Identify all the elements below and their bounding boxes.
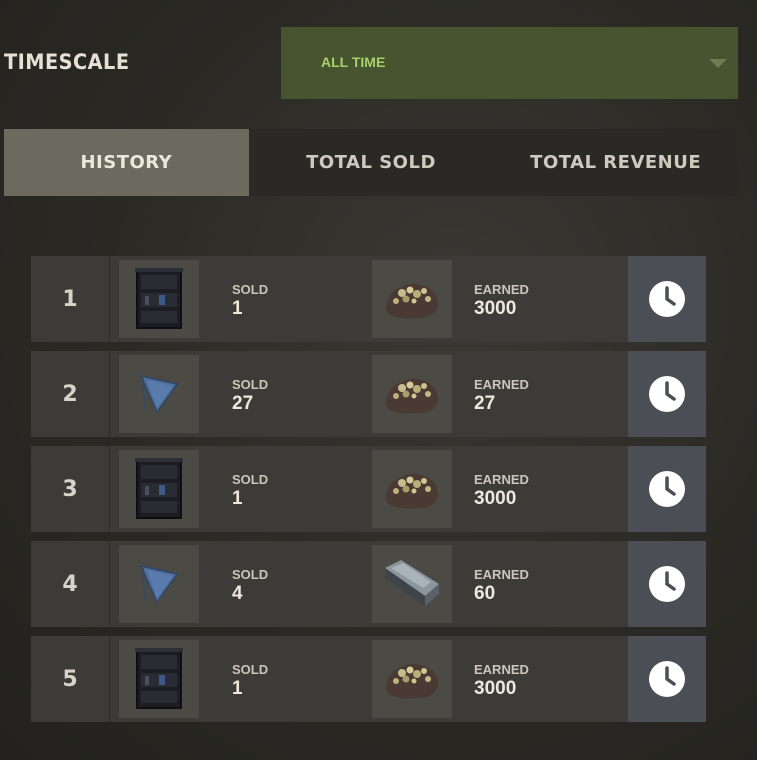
sold-stat: SOLD 1: [232, 472, 268, 510]
earned-item-slot: [372, 260, 452, 338]
clock-icon: [649, 566, 685, 602]
history-clock-button[interactable]: [628, 446, 706, 532]
sold-item-slot: [119, 640, 199, 718]
metal-ore-icon: [385, 473, 438, 509]
earned-label: EARNED: [474, 377, 529, 392]
clock-icon: [649, 471, 685, 507]
earned-label: EARNED: [474, 567, 529, 582]
timescale-dropdown[interactable]: ALL TIME: [281, 27, 738, 99]
earned-label: EARNED: [474, 472, 529, 487]
sold-value: 1: [232, 678, 243, 699]
list-item: 1 SOLD 1 EARNED 3000: [31, 256, 706, 342]
metal-ore-icon: [385, 378, 438, 414]
bookshelf-icon: [135, 648, 183, 709]
sold-value: 1: [232, 488, 243, 509]
sold-stat: SOLD 1: [232, 662, 268, 700]
earned-item-slot: [372, 450, 452, 528]
sold-value: 1: [232, 298, 243, 319]
flag-icon: [139, 564, 179, 604]
metal-ingot-icon: [385, 560, 439, 606]
rank-number: 4: [31, 541, 110, 627]
sold-value: 4: [232, 583, 243, 604]
earned-item-slot: [372, 640, 452, 718]
timescale-label: TIMESCALE: [4, 50, 130, 74]
sold-label: SOLD: [232, 472, 269, 487]
earned-stat: EARNED 3000: [474, 282, 529, 320]
sold-item-slot: [119, 260, 199, 338]
earned-value: 3000: [474, 678, 517, 699]
list-item: 5 SOLD 1 EARNED 3000: [31, 636, 706, 722]
sold-label: SOLD: [232, 662, 269, 677]
rank-number: 3: [31, 446, 110, 532]
sold-label: SOLD: [232, 567, 269, 582]
history-list: 1 SOLD 1 EARNED 3000 2 SOLD 27 EARNED 27…: [31, 256, 706, 731]
tab-bar: HISTORY TOTAL SOLD TOTAL REVENUE: [4, 129, 738, 196]
rank-number: 2: [31, 351, 110, 437]
history-clock-button[interactable]: [628, 541, 706, 627]
tab-total-sold[interactable]: TOTAL SOLD: [249, 129, 494, 196]
earned-item-slot: [372, 545, 452, 623]
flag-icon: [139, 374, 179, 414]
timescale-dropdown-value: ALL TIME: [321, 54, 386, 70]
earned-item-slot: [372, 355, 452, 433]
list-item: 4 SOLD 4 EARNED 60: [31, 541, 706, 627]
metal-ore-icon: [385, 283, 438, 319]
sold-label: SOLD: [232, 377, 269, 392]
sold-stat: SOLD 27: [232, 377, 268, 415]
sold-item-slot: [119, 355, 199, 433]
bookshelf-icon: [135, 458, 183, 519]
metal-ore-icon: [385, 663, 438, 699]
history-clock-button[interactable]: [628, 636, 706, 722]
earned-value: 27: [474, 393, 496, 414]
earned-value: 3000: [474, 488, 517, 509]
sold-item-slot: [119, 545, 199, 623]
earned-value: 3000: [474, 298, 517, 319]
bookshelf-icon: [135, 268, 183, 329]
earned-stat: EARNED 3000: [474, 662, 529, 700]
clock-icon: [649, 376, 685, 412]
earned-stat: EARNED 27: [474, 377, 529, 415]
tab-total-revenue[interactable]: TOTAL REVENUE: [493, 129, 738, 196]
sold-stat: SOLD 1: [232, 282, 268, 320]
earned-value: 60: [474, 583, 496, 604]
earned-stat: EARNED 60: [474, 567, 529, 605]
clock-icon: [649, 661, 685, 697]
sold-item-slot: [119, 450, 199, 528]
earned-label: EARNED: [474, 282, 529, 297]
sold-label: SOLD: [232, 282, 269, 297]
chevron-down-icon: [709, 59, 727, 68]
earned-stat: EARNED 3000: [474, 472, 529, 510]
history-clock-button[interactable]: [628, 351, 706, 437]
list-item: 2 SOLD 27 EARNED 27: [31, 351, 706, 437]
earned-label: EARNED: [474, 662, 529, 677]
sold-stat: SOLD 4: [232, 567, 268, 605]
tab-history[interactable]: HISTORY: [4, 129, 249, 196]
clock-icon: [649, 281, 685, 317]
list-item: 3 SOLD 1 EARNED 3000: [31, 446, 706, 532]
rank-number: 5: [31, 636, 110, 722]
rank-number: 1: [31, 256, 110, 342]
history-clock-button[interactable]: [628, 256, 706, 342]
sold-value: 27: [232, 393, 254, 414]
